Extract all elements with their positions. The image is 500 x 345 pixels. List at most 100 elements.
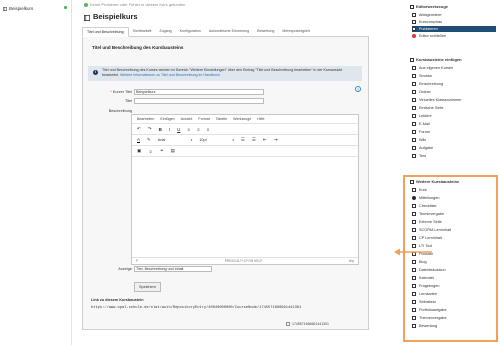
insert-email[interactable]: E-Mail xyxy=(412,121,430,127)
info-box: i Titel und Beschreibung des Kurses werd… xyxy=(88,66,362,81)
more-calendar[interactable]: Kalender xyxy=(412,275,434,281)
element-path: P xyxy=(136,259,139,263)
topics-icon xyxy=(412,316,416,320)
tool-publish[interactable]: Publizieren xyxy=(412,26,496,32)
tab-access[interactable]: Zugang xyxy=(155,27,175,37)
insert-structure[interactable]: Struktur xyxy=(412,73,432,79)
menu-edit[interactable]: Bearbeiten xyxy=(137,117,154,121)
chevron-down-icon[interactable]: ▾ xyxy=(191,138,193,142)
tools-heading: Editorwerkzeuge xyxy=(410,4,448,9)
plus-icon xyxy=(410,179,414,184)
tree-item-course[interactable]: Beispielkurs xyxy=(3,4,69,13)
insert-enrollment[interactable]: Einschreibung xyxy=(412,81,443,87)
display-select[interactable]: Titel, Beschreibung und Inhalt xyxy=(134,266,212,272)
menu-tools[interactable]: Werkzeuge xyxy=(233,117,251,121)
chevron-down-icon[interactable]: ▾ xyxy=(232,138,234,142)
info-icon xyxy=(412,196,416,200)
text-color-icon[interactable]: A xyxy=(137,137,141,143)
menu-view[interactable]: Ansicht xyxy=(181,117,193,121)
image-icon[interactable]: ▣ xyxy=(137,148,141,154)
highlight-icon[interactable]: ✎ xyxy=(147,137,151,143)
tab-assessment[interactable]: Bewertung xyxy=(253,27,278,37)
bold-icon[interactable]: B xyxy=(159,127,162,132)
more-file-discussion[interactable]: Dateidiskussion xyxy=(412,267,446,273)
italic-icon[interactable]: I xyxy=(169,127,170,132)
bullet-list-icon[interactable]: ☰ xyxy=(241,137,245,143)
code-icon[interactable]: ▤ xyxy=(171,148,175,154)
more-announcements[interactable]: Mitteilungen xyxy=(412,195,439,201)
help-icon[interactable]: ? xyxy=(355,86,361,92)
align-left-icon[interactable]: ≡ xyxy=(187,127,190,132)
preview-icon xyxy=(412,20,416,24)
menu-insert[interactable]: Einfügen xyxy=(160,117,174,121)
link-icon[interactable]: ⚭ xyxy=(160,148,164,154)
calendar-icon xyxy=(412,276,416,280)
more-checklist[interactable]: Checkliste xyxy=(412,203,437,209)
tab-bar: Titel und Beschreibung Sichtbarkeit Zuga… xyxy=(82,27,369,37)
more-flashcards[interactable]: Lernkarten xyxy=(412,291,437,297)
insert-forum[interactable]: Forum xyxy=(412,129,430,135)
align-center-icon[interactable]: ≡ xyxy=(197,127,200,132)
tool-close-editor[interactable]: Editor schließen xyxy=(412,33,446,39)
folder-icon xyxy=(412,13,416,17)
short-title-input[interactable]: Beispielkurs xyxy=(134,89,264,95)
insert-virtual-classroom[interactable]: Virtuelles Klassenzimmer xyxy=(412,97,462,103)
tab-visibility[interactable]: Sichtbarkeit xyxy=(129,27,156,37)
more-portfolio[interactable]: Portfolioaufgabe xyxy=(412,307,447,313)
folder-icon xyxy=(412,90,416,94)
more-self-test[interactable]: Selbsttest xyxy=(412,299,436,305)
tab-multilingual[interactable]: Mehrsprachigkeit xyxy=(278,27,313,37)
tool-preview[interactable]: Kursvorschau xyxy=(412,19,442,25)
tool-folder[interactable]: Ablageordner xyxy=(412,12,442,18)
insert-task[interactable]: Aufgabe xyxy=(412,145,433,151)
tab-reminder[interactable]: Automatische Erinnerung xyxy=(205,27,253,37)
insert-wiki[interactable]: Wiki xyxy=(412,137,426,143)
numbered-list-icon[interactable]: ☰ xyxy=(252,137,256,143)
save-button[interactable]: Speichern xyxy=(134,282,161,292)
undo-icon[interactable]: ↶ xyxy=(137,126,141,132)
more-course[interactable]: Kurs xyxy=(412,187,427,193)
menu-help[interactable]: Hilfe xyxy=(257,117,264,121)
outdent-icon[interactable]: ⇤ xyxy=(263,137,267,143)
more-cp[interactable]: CP Lerninhalt xyxy=(412,235,442,241)
title-input[interactable] xyxy=(134,98,264,104)
insert-reading[interactable]: Lektüre xyxy=(412,113,432,119)
course-icon xyxy=(412,188,416,192)
menu-format[interactable]: Format xyxy=(198,117,209,121)
tab-configuration[interactable]: Konfiguration xyxy=(176,27,205,37)
more-scorm[interactable]: SCORM-Lerninhalt xyxy=(412,227,451,233)
align-right-icon[interactable]: ≡ xyxy=(207,127,210,132)
checklist-icon xyxy=(412,204,416,208)
redo-icon[interactable]: ↷ xyxy=(148,126,152,132)
tab-title-description[interactable]: Titel und Beschreibung xyxy=(82,27,129,37)
node-link-url[interactable]: https://www.opal-schule.de/olat/auth/Rep… xyxy=(91,306,301,310)
more-questionnaire[interactable]: Fragebogen xyxy=(412,283,439,289)
indent-icon[interactable]: ⇥ xyxy=(274,137,278,143)
help-link[interactable]: Weitere Informationen zu Titel und Besch… xyxy=(120,73,220,77)
size-select[interactable]: 10pt xyxy=(199,138,225,142)
font-select[interactable]: Arial xyxy=(158,138,184,142)
id-icon xyxy=(286,322,290,326)
section-title: Titel und Beschreibung des Kursbausteins xyxy=(92,45,184,50)
more-appointments[interactable]: Terminvergabe xyxy=(412,211,444,217)
menu-table[interactable]: Tabelle xyxy=(216,117,227,121)
page-icon xyxy=(412,106,416,110)
star-icon xyxy=(412,324,416,328)
structure-icon xyxy=(412,74,416,78)
underline-icon[interactable]: U xyxy=(177,127,180,132)
insert-test[interactable]: Test xyxy=(412,153,426,159)
wrench-icon xyxy=(410,4,414,9)
insert-simple-page[interactable]: Einfache Seite xyxy=(412,105,444,111)
email-icon xyxy=(412,122,416,126)
close-icon xyxy=(412,34,416,38)
more-external-page[interactable]: Externe Seite xyxy=(412,219,442,225)
toolbar-row-2: A ✎ Arial ▾ 10pt ▾ ☰ ☰ ⇤ ⇥ xyxy=(132,135,358,146)
insert-heading: Kursbausteine einfügen xyxy=(410,57,462,62)
insert-folder[interactable]: Ordner xyxy=(412,89,431,95)
emoji-icon[interactable]: ☺ xyxy=(148,149,153,154)
more-topic-assignment[interactable]: Themenvergabe xyxy=(412,315,447,321)
more-assessment[interactable]: Bewertung xyxy=(412,323,437,329)
rich-text-editor: Bearbeiten Einfügen Ansicht Format Tabel… xyxy=(131,114,359,265)
check-icon xyxy=(84,2,88,7)
insert-own-courses[interactable]: Aus eigenen Kursen xyxy=(412,65,453,71)
